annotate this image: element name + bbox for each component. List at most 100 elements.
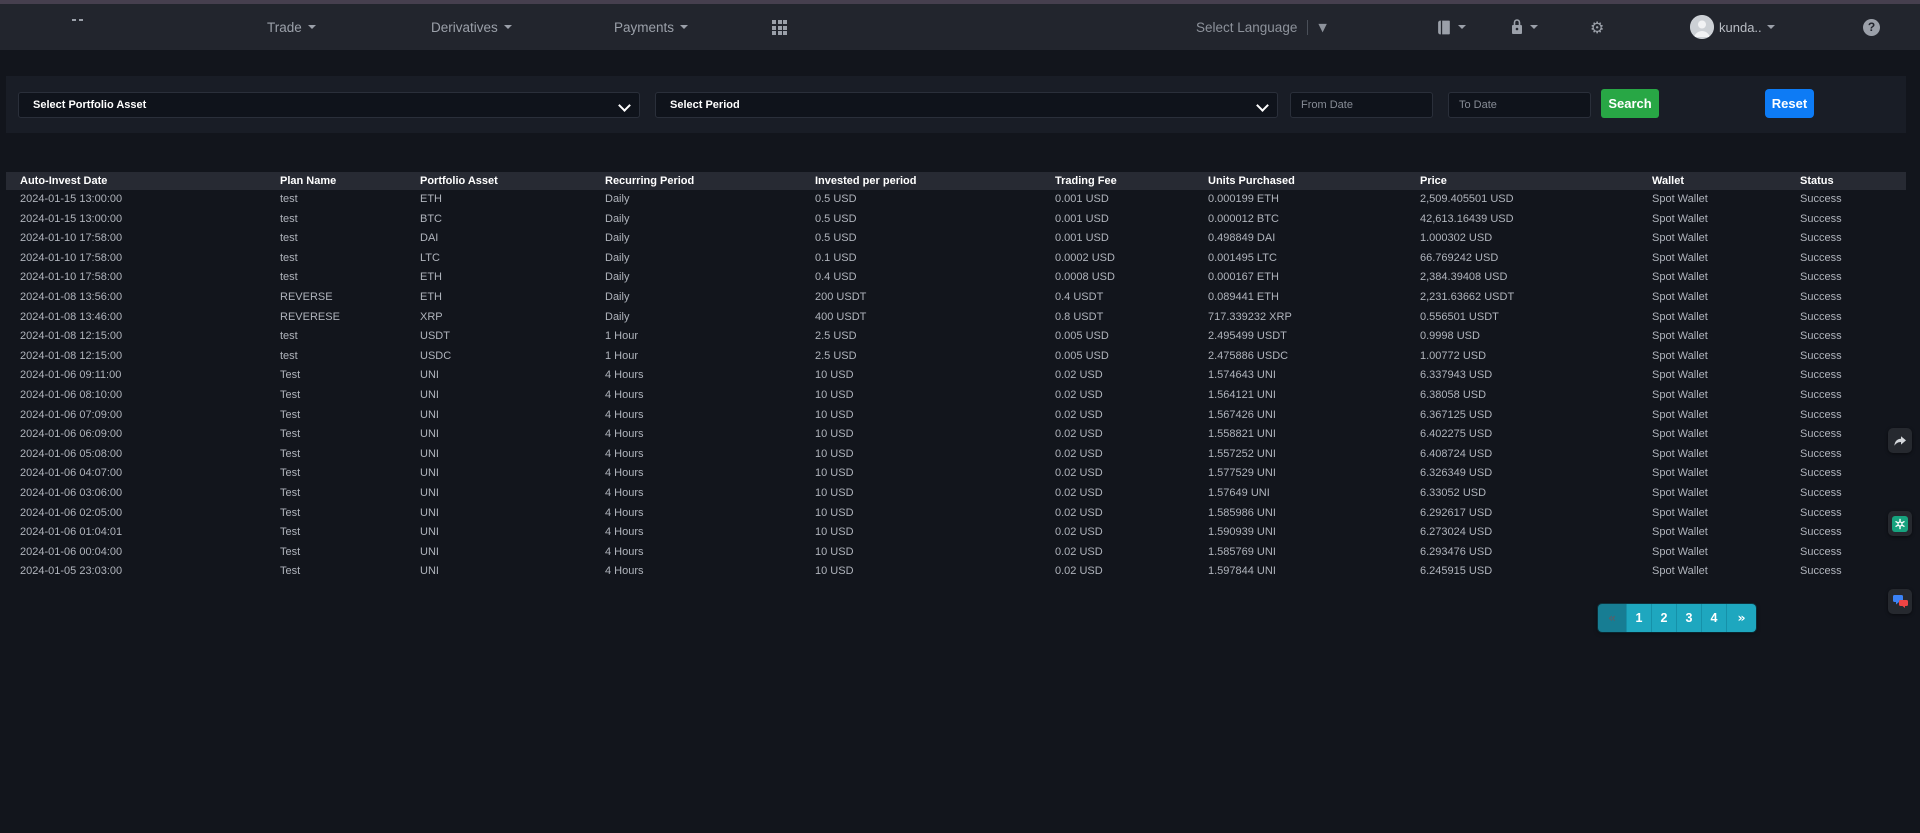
table-cell: 10 USD [815,406,1055,426]
table-row: 2024-01-06 09:11:00TestUNI4 Hours10 USD0… [6,366,1906,386]
table-cell: 0.8 USDT [1055,308,1208,328]
table-row: 2024-01-08 13:56:00REVERSEETHDaily200 US… [6,288,1906,308]
chevron-down-icon [1458,25,1466,29]
table-cell: test [280,347,420,367]
apps-grid-icon[interactable] [772,20,787,35]
table-cell: USDC [420,347,605,367]
table-cell: 0.1 USD [815,249,1055,269]
table-cell: Spot Wallet [1652,562,1800,582]
pagination-prev[interactable]: « [1598,604,1627,632]
help-button[interactable]: ? [1863,4,1880,50]
table-cell: 0.000167 ETH [1208,268,1420,288]
pagination-next[interactable]: » [1727,604,1756,632]
table-cell: 0.4 USD [815,268,1055,288]
table-header: Auto-Invest DatePlan NamePortfolio Asset… [6,172,1906,190]
table-cell: Daily [605,249,815,269]
column-header-trading-fee: Trading Fee [1055,172,1208,190]
table-cell: Spot Wallet [1652,484,1800,504]
table-cell: UNI [420,543,605,563]
pagination-page-3[interactable]: 3 [1677,604,1702,632]
table-cell: 2024-01-15 13:00:00 [6,190,280,210]
table-cell: 2024-01-08 13:46:00 [6,308,280,328]
table-row: 2024-01-06 07:09:00TestUNI4 Hours10 USD0… [6,406,1906,426]
pagination-page-1[interactable]: 1 [1627,604,1652,632]
table-row: 2024-01-06 06:09:00TestUNI4 Hours10 USD0… [6,425,1906,445]
language-selector-label: Select Language [1196,20,1297,35]
table-cell: 6.337943 USD [1420,366,1652,386]
table-cell: Success [1800,366,1906,386]
column-header-auto-invest-date: Auto-Invest Date [6,172,280,190]
table-cell: Spot Wallet [1652,190,1800,210]
from-date-field-wrap [1290,92,1433,118]
table-cell: Success [1800,210,1906,230]
user-name: kunda.. [1719,20,1762,35]
pagination-page-4[interactable]: 4 [1702,604,1727,632]
table-cell: 717.339232 XRP [1208,308,1420,328]
table-cell: test [280,268,420,288]
chevron-down-icon [1530,25,1538,29]
share-extension-button[interactable] [1888,428,1912,453]
settings-button[interactable]: ⚙ [1590,4,1604,50]
table-row: 2024-01-10 17:58:00testETHDaily0.4 USD0.… [6,268,1906,288]
nav-menu-derivatives[interactable]: Derivatives [431,4,512,50]
table-cell: 2.5 USD [815,347,1055,367]
table-cell: 2024-01-08 13:56:00 [6,288,280,308]
period-select[interactable]: Select Period [655,92,1278,118]
table-cell: 0.02 USD [1055,425,1208,445]
pagination-page-2[interactable]: 2 [1652,604,1677,632]
table-cell: Success [1800,543,1906,563]
table-cell: 2024-01-10 17:58:00 [6,229,280,249]
table-cell: 0.0002 USD [1055,249,1208,269]
table-cell: 2024-01-15 13:00:00 [6,210,280,230]
reset-button[interactable]: Reset [1765,89,1814,118]
nav-menu-trade[interactable]: Trade [267,4,316,50]
table-cell: UNI [420,464,605,484]
table-cell: Success [1800,268,1906,288]
table-cell: 6.33052 USD [1420,484,1652,504]
table-cell: 0.02 USD [1055,504,1208,524]
table-cell: UNI [420,406,605,426]
to-date-input[interactable] [1449,93,1590,117]
table-cell: Daily [605,308,815,328]
table-row: 2024-01-08 12:15:00testUSDC1 Hour2.5 USD… [6,347,1906,367]
menu-dots-icon[interactable] [72,19,83,21]
table-cell: 6.293476 USD [1420,543,1652,563]
security-menu-button[interactable] [1509,4,1538,50]
table-cell: 0.005 USD [1055,347,1208,367]
table-row: 2024-01-05 23:03:00TestUNI4 Hours10 USD0… [6,562,1906,582]
table-cell: 1.57649 UNI [1208,484,1420,504]
chat-extension-button[interactable] [1888,589,1912,614]
search-button[interactable]: Search [1601,89,1659,118]
book-icon [1436,19,1453,36]
table-cell: test [280,190,420,210]
table-cell: ETH [420,268,605,288]
portfolio-asset-select[interactable]: Select Portfolio Asset [18,92,640,118]
orders-menu-button[interactable] [1436,4,1466,50]
language-selector[interactable]: Select Language ▼ [1196,4,1327,50]
column-header-wallet: Wallet [1652,172,1800,190]
table-row: 2024-01-10 17:58:00testLTCDaily0.1 USD0.… [6,249,1906,269]
table-cell: 1 Hour [605,347,815,367]
table-cell: 0.5 USD [815,210,1055,230]
table-row: 2024-01-06 03:06:00TestUNI4 Hours10 USD0… [6,484,1906,504]
table-body: 2024-01-15 13:00:00testETHDaily0.5 USD0.… [6,190,1906,582]
assistant-extension-button[interactable] [1888,511,1912,536]
table-cell: 2024-01-06 03:06:00 [6,484,280,504]
column-header-price: Price [1420,172,1652,190]
from-date-input[interactable] [1291,93,1432,117]
table-cell: Spot Wallet [1652,347,1800,367]
table-cell: 2024-01-10 17:58:00 [6,268,280,288]
avatar [1690,15,1714,39]
table-cell: Success [1800,327,1906,347]
user-account-menu[interactable]: kunda.. [1690,4,1775,50]
nav-menu-payments[interactable]: Payments [614,4,688,50]
table-cell: Spot Wallet [1652,464,1800,484]
table-cell: Success [1800,562,1906,582]
portfolio-asset-select-value: Select Portfolio Asset [33,99,146,111]
table-cell: LTC [420,249,605,269]
table-cell: USDT [420,327,605,347]
table-cell: Test [280,562,420,582]
table-cell: 2024-01-05 23:03:00 [6,562,280,582]
table-cell: 0.000199 ETH [1208,190,1420,210]
table-cell: 6.408724 USD [1420,445,1652,465]
